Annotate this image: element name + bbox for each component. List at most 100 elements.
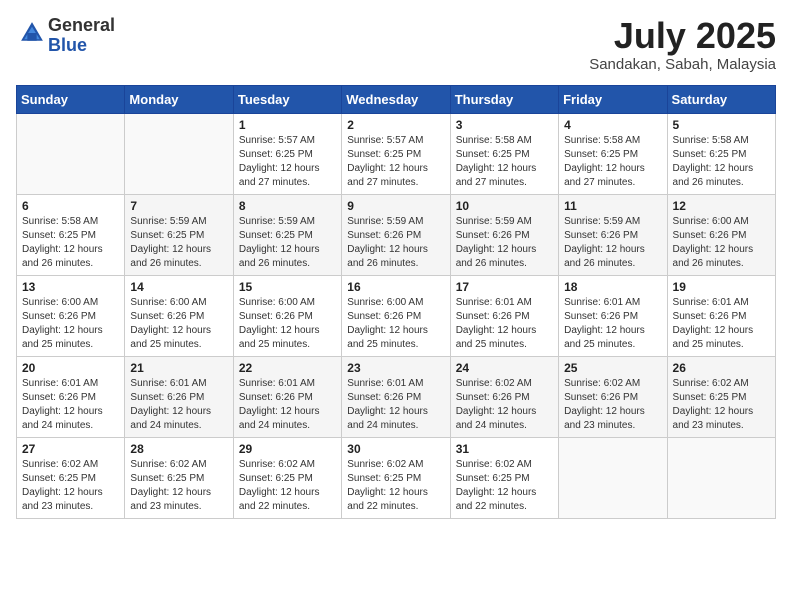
day-number: 26 xyxy=(673,361,770,375)
title-block: July 2025 Sandakan, Sabah, Malaysia xyxy=(589,16,776,73)
calendar-cell: 5 Sunrise: 5:58 AMSunset: 6:25 PMDaylight… xyxy=(667,113,775,194)
day-info: Sunrise: 6:02 AMSunset: 6:25 PMDaylight:… xyxy=(673,377,770,433)
calendar-cell: 10 Sunrise: 5:59 AMSunset: 6:26 PMDayligh… xyxy=(450,194,558,275)
weekday-header-row: SundayMondayTuesdayWednesdayThursdayFrid… xyxy=(17,85,776,113)
day-info: Sunrise: 5:58 AMSunset: 6:25 PMDaylight:… xyxy=(564,134,661,190)
day-number: 27 xyxy=(22,442,119,456)
calendar-cell: 25Sunrise: 6:02 AMSunset: 6:26 PMDayligh… xyxy=(559,356,667,437)
day-info: Sunrise: 6:02 AMSunset: 6:26 PMDaylight:… xyxy=(456,377,553,433)
day-info: Sunrise: 5:57 AMSunset: 6:25 PMDaylight:… xyxy=(347,134,444,190)
day-number: 16 xyxy=(347,280,444,294)
day-info: Sunrise: 6:02 AMSunset: 6:25 PMDaylight:… xyxy=(347,458,444,514)
day-info: Sunrise: 5:59 AMSunset: 6:26 PMDaylight:… xyxy=(347,215,444,271)
calendar-cell: 24 Sunrise: 6:02 AMSunset: 6:26 PMDayligh… xyxy=(450,356,558,437)
weekday-header-wednesday: Wednesday xyxy=(342,85,450,113)
day-info: Sunrise: 6:01 AMSunset: 6:26 PMDaylight:… xyxy=(564,296,661,352)
weekday-header-saturday: Saturday xyxy=(667,85,775,113)
day-number: 23 xyxy=(347,361,444,375)
day-number: 25 xyxy=(564,361,661,375)
calendar-cell: 16 Sunrise: 6:00 AMSunset: 6:26 PMDayligh… xyxy=(342,275,450,356)
day-info: Sunrise: 5:58 AMSunset: 6:25 PMDaylight:… xyxy=(673,134,770,190)
weekday-header-tuesday: Tuesday xyxy=(233,85,341,113)
calendar-cell: 14Sunrise: 6:00 AMSunset: 6:26 PMDayligh… xyxy=(125,275,233,356)
day-info: Sunrise: 5:59 AMSunset: 6:26 PMDaylight:… xyxy=(564,215,661,271)
week-row-3: 13 Sunrise: 6:00 AMSunset: 6:26 PMDayligh… xyxy=(17,275,776,356)
day-info: Sunrise: 6:01 AMSunset: 6:26 PMDaylight:… xyxy=(673,296,770,352)
day-info: Sunrise: 6:01 AMSunset: 6:26 PMDaylight:… xyxy=(456,296,553,352)
weekday-header-thursday: Thursday xyxy=(450,85,558,113)
calendar-cell: 26 Sunrise: 6:02 AMSunset: 6:25 PMDayligh… xyxy=(667,356,775,437)
calendar-cell: 3Sunrise: 5:58 AMSunset: 6:25 PMDaylight… xyxy=(450,113,558,194)
calendar-cell: 12 Sunrise: 6:00 AMSunset: 6:26 PMDayligh… xyxy=(667,194,775,275)
weekday-header-monday: Monday xyxy=(125,85,233,113)
calendar-cell: 17 Sunrise: 6:01 AMSunset: 6:26 PMDayligh… xyxy=(450,275,558,356)
day-info: Sunrise: 5:58 AMSunset: 6:25 PMDaylight:… xyxy=(22,215,119,271)
day-info: Sunrise: 6:02 AMSunset: 6:25 PMDaylight:… xyxy=(456,458,553,514)
calendar-cell: 7 Sunrise: 5:59 AMSunset: 6:25 PMDaylight… xyxy=(125,194,233,275)
day-number: 29 xyxy=(239,442,336,456)
calendar-cell: 29 Sunrise: 6:02 AMSunset: 6:25 PMDayligh… xyxy=(233,437,341,518)
day-number: 11 xyxy=(564,199,661,213)
logo-text: General Blue xyxy=(48,16,115,56)
calendar-cell: 21Sunrise: 6:01 AMSunset: 6:26 PMDayligh… xyxy=(125,356,233,437)
day-number: 15 xyxy=(239,280,336,294)
day-info: Sunrise: 6:00 AMSunset: 6:26 PMDaylight:… xyxy=(239,296,336,352)
calendar-cell: 18 Sunrise: 6:01 AMSunset: 6:26 PMDayligh… xyxy=(559,275,667,356)
day-number: 5 xyxy=(673,118,770,132)
day-info: Sunrise: 6:00 AMSunset: 6:26 PMDaylight:… xyxy=(347,296,444,352)
calendar-cell: 8 Sunrise: 5:59 AMSunset: 6:25 PMDaylight… xyxy=(233,194,341,275)
day-info: Sunrise: 6:00 AMSunset: 6:26 PMDaylight:… xyxy=(673,215,770,271)
logo-blue: Blue xyxy=(48,36,115,56)
day-info: Sunrise: 5:59 AMSunset: 6:25 PMDaylight:… xyxy=(239,215,336,271)
day-info: Sunrise: 5:59 AMSunset: 6:26 PMDaylight:… xyxy=(456,215,553,271)
day-number: 22 xyxy=(239,361,336,375)
week-row-5: 27 Sunrise: 6:02 AMSunset: 6:25 PMDayligh… xyxy=(17,437,776,518)
day-info: Sunrise: 6:01 AMSunset: 6:26 PMDaylight:… xyxy=(347,377,444,433)
day-number: 9 xyxy=(347,199,444,213)
calendar-cell xyxy=(17,113,125,194)
calendar-cell xyxy=(667,437,775,518)
calendar-cell: 13 Sunrise: 6:00 AMSunset: 6:26 PMDayligh… xyxy=(17,275,125,356)
month-year: July 2025 xyxy=(589,16,776,56)
calendar-cell: 19 Sunrise: 6:01 AMSunset: 6:26 PMDayligh… xyxy=(667,275,775,356)
logo-icon xyxy=(18,19,46,47)
day-number: 4 xyxy=(564,118,661,132)
day-number: 1 xyxy=(239,118,336,132)
logo: General Blue xyxy=(16,16,115,56)
calendar-cell: 4 Sunrise: 5:58 AMSunset: 6:25 PMDaylight… xyxy=(559,113,667,194)
day-info: Sunrise: 6:00 AMSunset: 6:26 PMDaylight:… xyxy=(22,296,119,352)
calendar-cell: 22Sunrise: 6:01 AMSunset: 6:26 PMDayligh… xyxy=(233,356,341,437)
day-info: Sunrise: 6:02 AMSunset: 6:25 PMDaylight:… xyxy=(239,458,336,514)
day-number: 13 xyxy=(22,280,119,294)
calendar-cell: 27Sunrise: 6:02 AMSunset: 6:25 PMDayligh… xyxy=(17,437,125,518)
day-info: Sunrise: 6:00 AMSunset: 6:26 PMDaylight:… xyxy=(130,296,227,352)
logo-general: General xyxy=(48,16,115,36)
day-number: 20 xyxy=(22,361,119,375)
page-header: General Blue July 2025 Sandakan, Sabah, … xyxy=(16,16,776,73)
week-row-1: 1 Sunrise: 5:57 AMSunset: 6:25 PMDaylight… xyxy=(17,113,776,194)
calendar-cell xyxy=(559,437,667,518)
week-row-4: 20 Sunrise: 6:01 AMSunset: 6:26 PMDayligh… xyxy=(17,356,776,437)
calendar-cell: 30Sunrise: 6:02 AMSunset: 6:25 PMDayligh… xyxy=(342,437,450,518)
day-number: 28 xyxy=(130,442,227,456)
day-info: Sunrise: 6:01 AMSunset: 6:26 PMDaylight:… xyxy=(130,377,227,433)
day-number: 7 xyxy=(130,199,227,213)
day-info: Sunrise: 6:02 AMSunset: 6:25 PMDaylight:… xyxy=(130,458,227,514)
week-row-2: 6Sunrise: 5:58 AMSunset: 6:25 PMDaylight… xyxy=(17,194,776,275)
day-number: 18 xyxy=(564,280,661,294)
calendar-cell: 1Sunrise: 5:57 AMSunset: 6:25 PMDaylight… xyxy=(233,113,341,194)
calendar-cell: 15 Sunrise: 6:00 AMSunset: 6:26 PMDayligh… xyxy=(233,275,341,356)
day-number: 10 xyxy=(456,199,553,213)
day-number: 12 xyxy=(673,199,770,213)
calendar-cell xyxy=(125,113,233,194)
weekday-header-friday: Friday xyxy=(559,85,667,113)
day-info: Sunrise: 5:59 AMSunset: 6:25 PMDaylight:… xyxy=(130,215,227,271)
day-number: 17 xyxy=(456,280,553,294)
day-number: 8 xyxy=(239,199,336,213)
calendar-cell: 2Sunrise: 5:57 AMSunset: 6:25 PMDaylight… xyxy=(342,113,450,194)
day-number: 24 xyxy=(456,361,553,375)
calendar-table: SundayMondayTuesdayWednesdayThursdayFrid… xyxy=(16,85,776,519)
weekday-header-sunday: Sunday xyxy=(17,85,125,113)
day-number: 19 xyxy=(673,280,770,294)
calendar-cell: 28 Sunrise: 6:02 AMSunset: 6:25 PMDayligh… xyxy=(125,437,233,518)
